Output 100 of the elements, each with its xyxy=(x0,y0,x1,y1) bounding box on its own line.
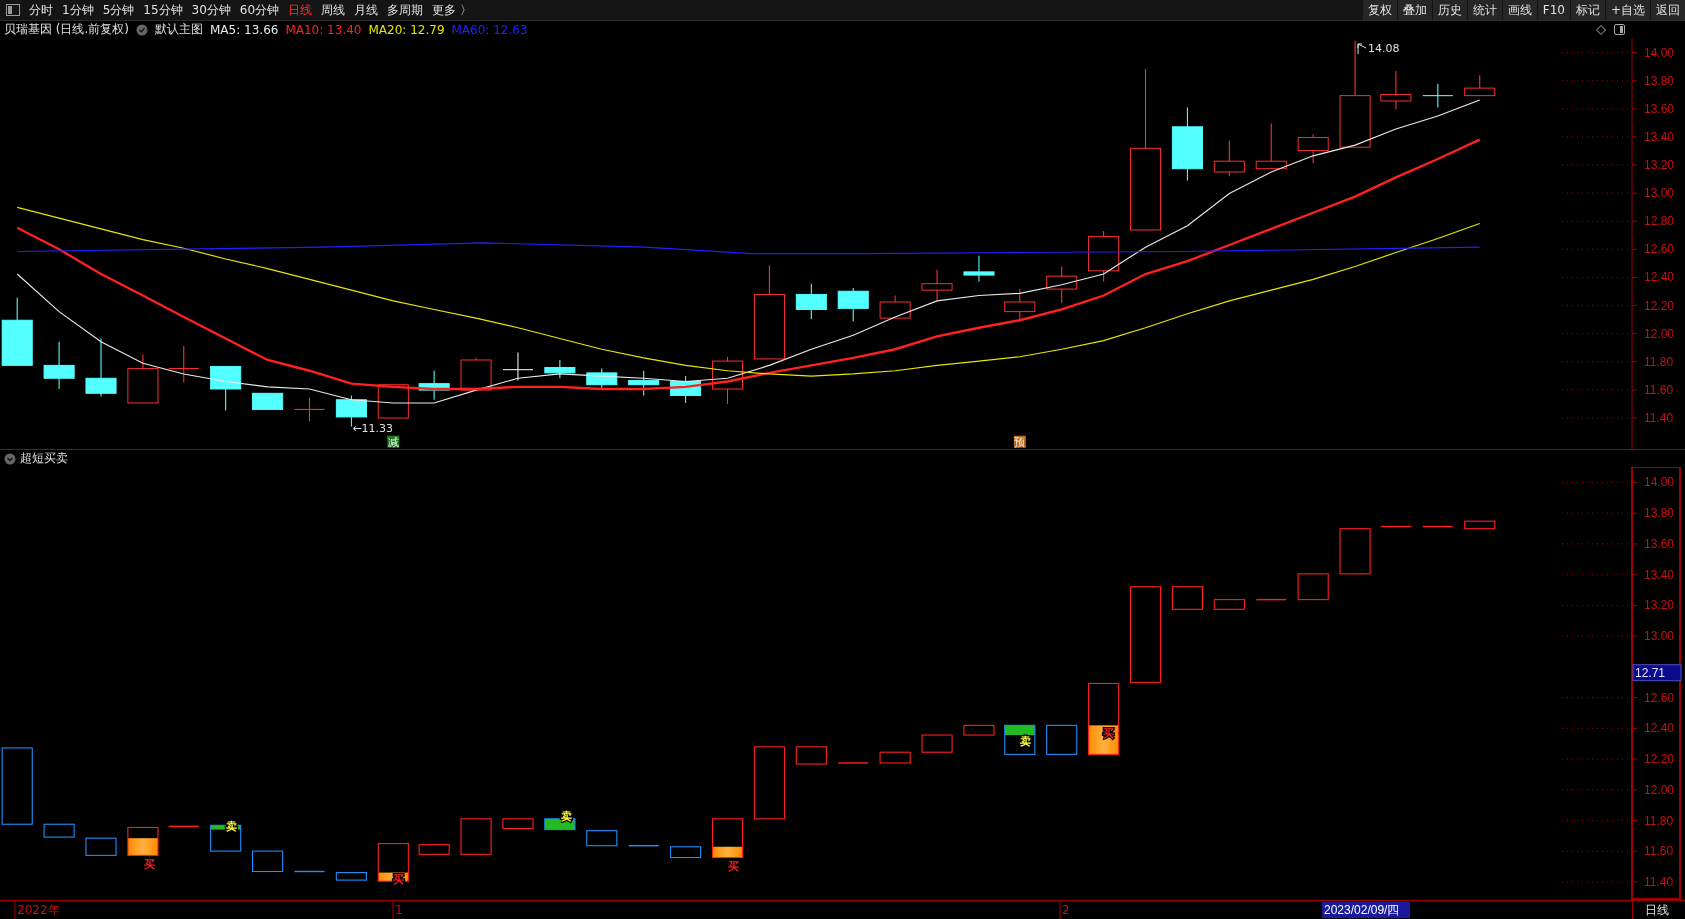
candle xyxy=(460,357,492,391)
signal-bar xyxy=(1213,599,1245,610)
signal-bar xyxy=(670,846,702,859)
signal-bar xyxy=(460,818,492,855)
axis-label: 11.80 xyxy=(1644,354,1674,369)
axis-label: 12.80 xyxy=(1644,214,1675,229)
arrow-icon xyxy=(1357,43,1367,55)
signal-label: 买 xyxy=(1103,726,1115,740)
signal-bar xyxy=(1297,573,1329,601)
time-label: 2 xyxy=(1062,903,1070,917)
signal-bar xyxy=(168,825,200,828)
period-tab[interactable]: 周线 xyxy=(321,1,346,19)
candle xyxy=(1255,123,1287,170)
axis-label: 13.20 xyxy=(1644,598,1675,613)
diamond-icon[interactable] xyxy=(1596,24,1606,35)
axis-label: 12.20 xyxy=(1644,752,1675,767)
candle xyxy=(879,294,911,319)
axis-label: 11.80 xyxy=(1644,813,1674,828)
candle xyxy=(1380,70,1412,111)
price-tag: 12.71 xyxy=(1632,664,1682,682)
high-price-label: 14.08 xyxy=(1368,42,1400,55)
candle xyxy=(293,397,326,422)
toolbar-button[interactable]: 返回 xyxy=(1651,0,1685,20)
toolbar-button[interactable]: 标记 xyxy=(1570,0,1605,20)
axis-label: 12.40 xyxy=(1644,270,1675,285)
indicator-value: MA20: 12.79 xyxy=(368,22,445,37)
chevron-down-icon[interactable] xyxy=(4,452,16,465)
axis-label: 11.60 xyxy=(1644,382,1674,397)
toolbar-button[interactable]: 历史 xyxy=(1432,0,1467,20)
signal-bar xyxy=(1004,724,1036,755)
template-label[interactable]: 默认主图 xyxy=(155,21,203,38)
axis-label: 13.40 xyxy=(1644,129,1675,144)
period-tab[interactable]: 月线 xyxy=(354,1,379,19)
axis-label: 12.40 xyxy=(1644,721,1675,736)
axis-label: 12.00 xyxy=(1644,782,1675,797)
panel-toggle-icon[interactable] xyxy=(6,4,20,16)
period-label: 日线 xyxy=(1632,901,1669,919)
check-circle-icon[interactable] xyxy=(136,23,148,36)
candle xyxy=(963,255,995,283)
indicator-value: MA10: 13.40 xyxy=(285,22,362,37)
candle xyxy=(795,283,827,320)
signal-bar xyxy=(921,734,953,753)
candle xyxy=(502,351,534,381)
candle xyxy=(1,297,33,366)
toolbar-button[interactable]: 复权 xyxy=(1362,0,1397,20)
axis-label: 13.60 xyxy=(1644,536,1675,551)
candle xyxy=(418,370,450,401)
signal-bar xyxy=(1422,525,1454,528)
axis-label: 13.80 xyxy=(1644,73,1675,88)
candle xyxy=(1004,288,1036,320)
toolbar-button[interactable]: F10 xyxy=(1537,0,1570,20)
period-tab[interactable]: 更多 〉 xyxy=(432,1,472,19)
candle xyxy=(1297,133,1329,164)
candle xyxy=(1464,74,1496,97)
candle xyxy=(127,354,159,404)
candle xyxy=(628,370,660,396)
axis-label: 12.20 xyxy=(1644,298,1675,313)
marker-badge: 减 xyxy=(387,435,400,449)
low-price-label: ←11.33 xyxy=(352,421,394,435)
candle xyxy=(252,392,284,410)
cursor-date: 2023/02/09/四 xyxy=(1322,902,1410,918)
candle xyxy=(1213,140,1245,177)
period-tab[interactable]: 多周期 xyxy=(387,1,424,19)
signal-bar xyxy=(1464,520,1496,530)
period-tab[interactable]: 分时 xyxy=(29,1,53,19)
signal-bar xyxy=(43,823,75,838)
period-tab[interactable]: 5分钟 xyxy=(102,1,135,19)
axis-label: 13.00 xyxy=(1644,186,1675,201)
axis-label: 14.00 xyxy=(1644,475,1675,490)
signal-bar xyxy=(879,751,911,764)
signal-bar xyxy=(1171,586,1203,610)
toolbar-button[interactable]: +自选 xyxy=(1605,0,1650,20)
signal-label: 卖 xyxy=(1019,735,1031,749)
period-tab[interactable]: 30分钟 xyxy=(191,1,231,19)
signal-bar xyxy=(963,724,995,736)
candle xyxy=(586,368,618,390)
signal-bar xyxy=(586,830,618,847)
axis-label: 13.00 xyxy=(1644,629,1675,644)
axis-label: 11.40 xyxy=(1644,875,1674,890)
signal-bar xyxy=(85,837,117,856)
signal-bar xyxy=(293,870,326,873)
period-tab[interactable]: 日线 xyxy=(288,1,313,19)
toolbar-button[interactable]: 叠加 xyxy=(1397,0,1432,20)
period-tab[interactable]: 15分钟 xyxy=(143,1,183,19)
signal-label: 买 xyxy=(143,857,155,871)
time-label: 2022年 xyxy=(17,903,60,917)
candle xyxy=(837,287,869,322)
period-tab[interactable]: 1分钟 xyxy=(62,1,94,19)
period-tab[interactable]: 60分钟 xyxy=(239,1,280,19)
axis-label: 12.00 xyxy=(1644,326,1675,341)
candle xyxy=(1046,265,1078,304)
signal-bar xyxy=(127,826,159,856)
panel-icon[interactable] xyxy=(1614,24,1625,35)
time-label: 1 xyxy=(395,903,403,917)
toolbar-button[interactable]: 画线 xyxy=(1502,0,1537,20)
candle xyxy=(544,359,576,379)
toolbar-button[interactable]: 统计 xyxy=(1467,0,1502,20)
axis-label: 13.20 xyxy=(1644,158,1675,173)
axis-label: 13.60 xyxy=(1644,101,1675,116)
marker-badge: 预 xyxy=(1013,435,1026,449)
